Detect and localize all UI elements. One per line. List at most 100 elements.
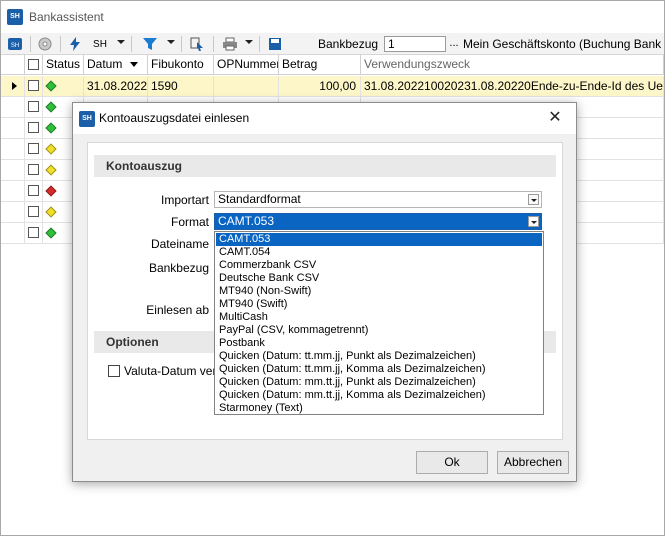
disc-icon[interactable] xyxy=(37,36,53,52)
format-option[interactable]: Commerzbank CSV xyxy=(216,259,542,272)
abbrechen-button[interactable]: Abbrechen xyxy=(497,451,569,474)
row-checkbox-cell xyxy=(25,202,43,222)
select-all-header[interactable] xyxy=(25,55,43,75)
format-option[interactable]: Starmoney (Text) xyxy=(216,402,542,415)
format-option[interactable]: Quicken (Datum: tt.mm.jj, Komma als Dezi… xyxy=(216,363,542,376)
row-checkbox[interactable] xyxy=(28,122,39,133)
app-logo-icon: SH xyxy=(79,111,95,127)
importart-select[interactable]: Standardformat xyxy=(214,191,542,208)
format-option[interactable]: MultiCash xyxy=(216,311,542,324)
bankbezug-label: Bankbezug xyxy=(148,261,209,275)
status-green-icon xyxy=(45,80,57,92)
format-value: CAMT.053 xyxy=(218,214,275,228)
bankbezug-input[interactable]: 1 xyxy=(384,36,446,52)
column-header-datum[interactable]: Datum xyxy=(84,55,148,75)
format-option[interactable]: CAMT.054 xyxy=(216,246,542,259)
filter-icon[interactable] xyxy=(141,36,159,52)
status-yellow-icon xyxy=(45,206,57,218)
format-option[interactable]: MT940 (Non-Swift) xyxy=(216,285,542,298)
row-indicator xyxy=(1,160,25,180)
row-checkbox-cell xyxy=(25,97,43,117)
row-checkbox-cell xyxy=(25,76,43,96)
cell-fibukonto: 1590 xyxy=(148,76,214,96)
dialog-title: Kontoauszugsdatei einlesen xyxy=(99,111,250,125)
sh-tool-icon[interactable]: SH xyxy=(89,36,111,52)
format-option[interactable]: Postbank xyxy=(216,337,542,350)
row-checkbox[interactable] xyxy=(28,185,39,196)
bankbezug-browse-button[interactable]: ... xyxy=(447,36,461,52)
format-select[interactable]: CAMT.053 xyxy=(214,213,542,230)
toolbar: SH SH Bankbezug 1 ... Mein Geschäftskont… xyxy=(1,33,664,55)
row-checkbox[interactable] xyxy=(28,143,39,154)
column-header-verwendungszweck[interactable]: Verwendungszweck xyxy=(361,55,664,75)
lightning-icon[interactable] xyxy=(67,36,83,52)
row-checkbox-cell xyxy=(25,160,43,180)
app-logo-icon: SH xyxy=(7,9,23,25)
row-indicator xyxy=(1,139,25,159)
column-header-fibukonto[interactable]: Fibukonto xyxy=(148,55,214,75)
cell-datum: 31.08.2022 xyxy=(84,76,148,96)
row-checkbox[interactable] xyxy=(28,206,39,217)
row-checkbox-cell xyxy=(25,118,43,138)
format-option[interactable]: CAMT.053 xyxy=(216,233,542,246)
dateiname-label: Dateiname xyxy=(150,237,209,251)
status-green-icon xyxy=(45,101,57,113)
row-indicator xyxy=(1,181,25,201)
chevron-down-icon[interactable] xyxy=(245,40,253,44)
status-green-icon xyxy=(45,227,57,239)
cell-zweck: 31.08.202210020231.08.20220Ende-zu-Ende-… xyxy=(361,76,664,96)
row-checkbox[interactable] xyxy=(28,227,39,238)
format-option[interactable]: Quicken (Datum: mm.tt.jj, Komma als Dezi… xyxy=(216,389,542,402)
row-checkbox[interactable] xyxy=(28,101,39,112)
save-icon[interactable] xyxy=(267,36,283,52)
format-option[interactable]: Quicken (Datum: mm.tt.jj, Punkt als Dezi… xyxy=(216,376,542,389)
select-all-checkbox[interactable] xyxy=(28,59,39,70)
format-option[interactable]: PayPal (CSV, kommagetrennt) xyxy=(216,324,542,337)
chevron-down-icon[interactable] xyxy=(117,40,125,44)
current-row-arrow-icon xyxy=(12,82,17,90)
format-label: Format xyxy=(170,215,209,229)
dialog-content-panel: Kontoauszug Importart Standardformat For… xyxy=(87,142,563,440)
status-red-icon xyxy=(45,185,57,197)
valuta-datum-label: Valuta-Datum verw xyxy=(124,364,214,378)
printer-icon[interactable] xyxy=(221,36,239,52)
status-cell xyxy=(43,76,84,96)
row-checkbox-cell xyxy=(25,223,43,243)
chevron-down-icon[interactable] xyxy=(528,194,539,205)
dialog-title-bar: SH Kontoauszugsdatei einlesen ✕ xyxy=(73,103,576,134)
cursor-icon[interactable] xyxy=(189,36,205,52)
row-indicator xyxy=(1,118,25,138)
format-dropdown-list: CAMT.053 CAMT.054 Commerzbank CSV Deutsche … xyxy=(214,231,544,415)
column-header-status[interactable]: Status xyxy=(43,55,84,75)
importart-label: Importart xyxy=(160,193,209,207)
bankbezug-account-name: Mein Geschäftskonto (Buchung Bank xyxy=(463,37,662,51)
ok-button[interactable]: Ok xyxy=(416,451,488,474)
row-indicator xyxy=(1,202,25,222)
row-indicator xyxy=(1,76,25,96)
column-header-betrag[interactable]: Betrag xyxy=(279,55,361,75)
format-option[interactable]: MT940 (Swift) xyxy=(216,298,542,311)
svg-text:SH: SH xyxy=(11,43,19,49)
bank-logo-icon[interactable]: SH xyxy=(6,36,24,52)
cell-opnummer xyxy=(214,76,279,96)
cell-betrag: 100,00 xyxy=(279,76,361,96)
chevron-down-icon[interactable] xyxy=(528,216,539,227)
column-header-opnummer[interactable]: OPNummer xyxy=(214,55,279,75)
section-kontoauszug: Kontoauszug xyxy=(94,155,556,177)
window-title: Bankassistent xyxy=(29,10,104,24)
row-checkbox[interactable] xyxy=(28,80,39,91)
kontoauszugsdatei-dialog: SH Kontoauszugsdatei einlesen ✕ Kontoaus… xyxy=(72,102,577,482)
bankassistent-window: SH Bankassistent SH SH Bankbezug 1 ... M… xyxy=(0,0,665,536)
row-checkbox[interactable] xyxy=(28,164,39,175)
row-indicator xyxy=(1,223,25,243)
close-icon[interactable]: ✕ xyxy=(543,108,567,128)
status-yellow-icon xyxy=(45,143,57,155)
row-checkbox-cell xyxy=(25,181,43,201)
format-option[interactable]: Quicken (Datum: tt.mm.jj, Punkt als Dezi… xyxy=(216,350,542,363)
table-row[interactable]: 31.08.2022 1590 100,00 31.08.202210020231.0… xyxy=(1,76,664,97)
valuta-datum-checkbox[interactable] xyxy=(108,365,120,377)
format-option[interactable]: Deutsche Bank CSV xyxy=(216,272,542,285)
status-green-icon xyxy=(45,122,57,134)
row-indicator xyxy=(1,97,25,117)
chevron-down-icon[interactable] xyxy=(167,40,175,44)
